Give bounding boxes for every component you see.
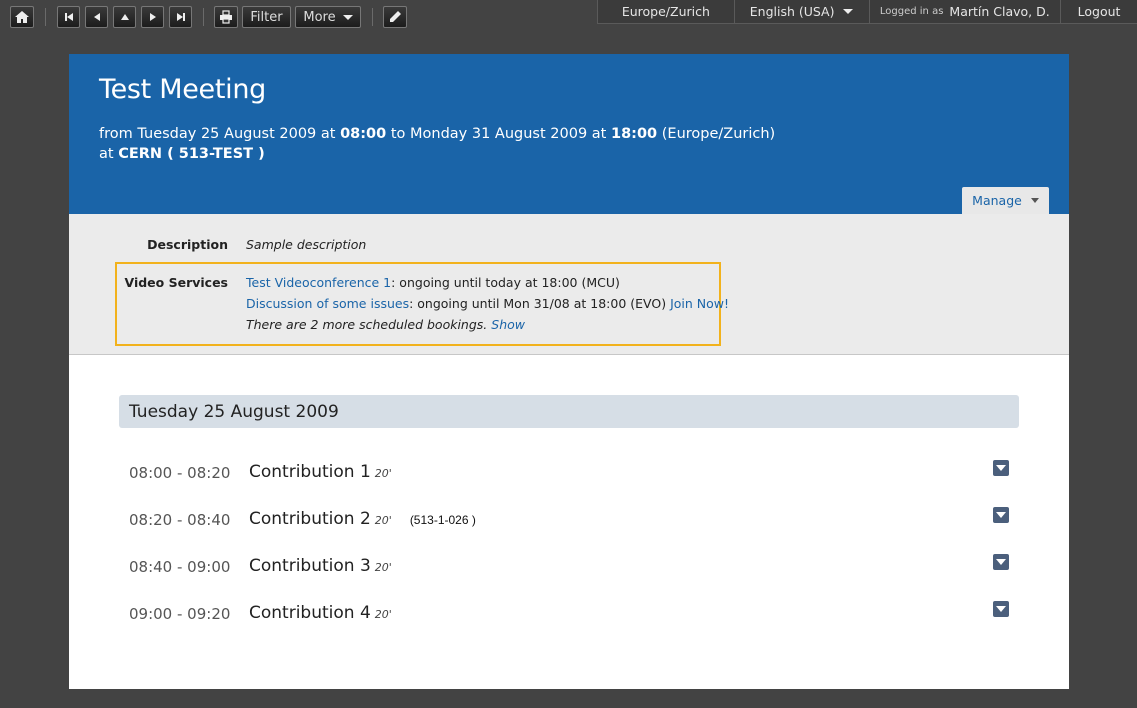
logged-in-prefix: Logged in as	[879, 6, 944, 17]
manage-label: Manage	[972, 193, 1022, 208]
row-menu-button[interactable]	[993, 460, 1009, 476]
chevron-down-icon	[1030, 198, 1039, 203]
booking-2-link[interactable]: Discussion of some issues	[246, 296, 409, 311]
row-menu-button[interactable]	[993, 601, 1009, 617]
timetable-row: 09:00 - 09:20 Contribution 4 20'	[69, 601, 1069, 631]
event-page: Test Meeting from Tuesday 25 August 2009…	[69, 54, 1069, 689]
end-time: 18:00	[610, 126, 658, 142]
event-location: at CERN ( 513-TEST )	[99, 146, 265, 162]
chevron-down-icon	[996, 559, 1006, 565]
user-menu[interactable]: Logged in as Martín Clavo, D.	[868, 0, 1061, 24]
booking-1-status: : ongoing until today at 18:00 (MCU)	[391, 275, 620, 290]
print-icon[interactable]	[214, 6, 238, 28]
more-bookings-text: There are 2 more scheduled bookings.	[246, 317, 488, 332]
location-name: CERN ( 513-TEST )	[118, 146, 265, 162]
contribution-duration: 20'	[374, 608, 392, 621]
end-date: Monday 31 August 2009	[410, 126, 588, 142]
chevron-down-icon	[996, 606, 1006, 612]
filter-label: Filter	[250, 9, 283, 25]
at-word: at	[591, 126, 607, 142]
chevron-down-icon	[996, 512, 1006, 518]
event-header: Test Meeting from Tuesday 25 August 2009…	[69, 54, 1069, 214]
join-now-link[interactable]: Join Now!	[670, 296, 729, 311]
event-timezone: (Europe/Zurich)	[661, 126, 776, 142]
contribution-title-line: Contribution 1 20'	[249, 462, 392, 482]
contribution-time: 08:00 - 08:20	[129, 464, 231, 482]
row-menu-button[interactable]	[993, 554, 1009, 570]
toolbar-divider	[372, 8, 373, 26]
contribution-time: 08:20 - 08:40	[129, 511, 231, 529]
toolbar-divider	[45, 8, 46, 26]
booking-2-status: : ongoing until Mon 31/08 at 18:00 (EVO)	[409, 296, 667, 311]
chevron-down-icon	[342, 14, 353, 20]
user-name: Martín Clavo, D.	[949, 4, 1050, 19]
timetable-row: 08:40 - 09:00 Contribution 3 20'	[69, 554, 1069, 584]
contribution-time: 08:40 - 09:00	[129, 558, 231, 576]
start-date: Tuesday 25 August 2009	[137, 126, 317, 142]
more-bookings: There are 2 more scheduled bookings. Sho…	[246, 317, 525, 332]
show-bookings-link[interactable]: Show	[491, 317, 525, 332]
contribution-room: (513-1-026 )	[409, 513, 476, 527]
contribution-title-line: Contribution 2 20' (513-1-026 )	[249, 509, 476, 529]
chevron-down-icon	[843, 9, 854, 14]
chevron-down-icon	[996, 465, 1006, 471]
language-label: English (USA)	[749, 4, 835, 19]
booking-1-link[interactable]: Test Videoconference 1	[246, 275, 391, 290]
up-icon[interactable]	[113, 6, 136, 28]
to-word: to	[390, 126, 406, 142]
logout-link[interactable]: Logout	[1060, 0, 1137, 24]
timetable-row: 08:00 - 08:20 Contribution 1 20'	[69, 460, 1069, 490]
booking-2: Discussion of some issues: ongoing until…	[246, 296, 729, 311]
contribution-title-line: Contribution 4 20'	[249, 603, 392, 623]
language-selector[interactable]: English (USA)	[733, 0, 869, 24]
video-services-label: Video Services	[124, 275, 228, 290]
day-header: Tuesday 25 August 2009	[119, 395, 1019, 428]
contribution-duration: 20'	[374, 561, 392, 574]
top-toolbar: Filter More Europe/Zurich English (USA) …	[0, 0, 1137, 34]
timetable-row: 08:20 - 08:40 Contribution 2 20' (513-1-02…	[69, 507, 1069, 537]
toolbar-divider	[203, 8, 204, 26]
contribution-title[interactable]: Contribution 3	[249, 556, 371, 576]
contribution-title-line: Contribution 3 20'	[249, 556, 392, 576]
home-icon[interactable]	[10, 6, 34, 28]
contribution-duration: 20'	[374, 514, 392, 527]
next-icon[interactable]	[141, 6, 164, 28]
at-word: at	[320, 126, 336, 142]
event-title: Test Meeting	[99, 74, 267, 105]
more-button[interactable]: More	[295, 6, 361, 28]
user-bar: Europe/Zurich English (USA) Logged in as…	[597, 0, 1137, 24]
start-time: 08:00	[340, 126, 387, 142]
contribution-title[interactable]: Contribution 1	[249, 462, 371, 482]
contribution-duration: 20'	[374, 467, 392, 480]
first-icon[interactable]	[57, 6, 80, 28]
row-menu-button[interactable]	[993, 507, 1009, 523]
contribution-title[interactable]: Contribution 2	[249, 509, 371, 529]
edit-icon[interactable]	[383, 6, 407, 28]
location-prefix: at	[99, 146, 114, 162]
more-label: More	[303, 9, 336, 25]
manage-button[interactable]: Manage	[962, 187, 1049, 214]
logout-label: Logout	[1077, 4, 1121, 19]
timezone-label: Europe/Zurich	[621, 4, 710, 19]
prev-icon[interactable]	[85, 6, 108, 28]
from-prefix: from	[99, 126, 133, 142]
description-text: Sample description	[246, 237, 367, 252]
booking-1: Test Videoconference 1: ongoing until to…	[246, 275, 620, 290]
contribution-time: 09:00 - 09:20	[129, 605, 231, 623]
description-label: Description	[147, 237, 228, 252]
event-info-section: Description Sample description Video Ser…	[69, 214, 1069, 355]
event-dates: from Tuesday 25 August 2009 at 08:00 to …	[99, 126, 775, 142]
last-icon[interactable]	[169, 6, 192, 28]
contribution-title[interactable]: Contribution 4	[249, 603, 371, 623]
filter-button[interactable]: Filter	[242, 6, 291, 28]
timezone-selector[interactable]: Europe/Zurich	[598, 0, 734, 24]
